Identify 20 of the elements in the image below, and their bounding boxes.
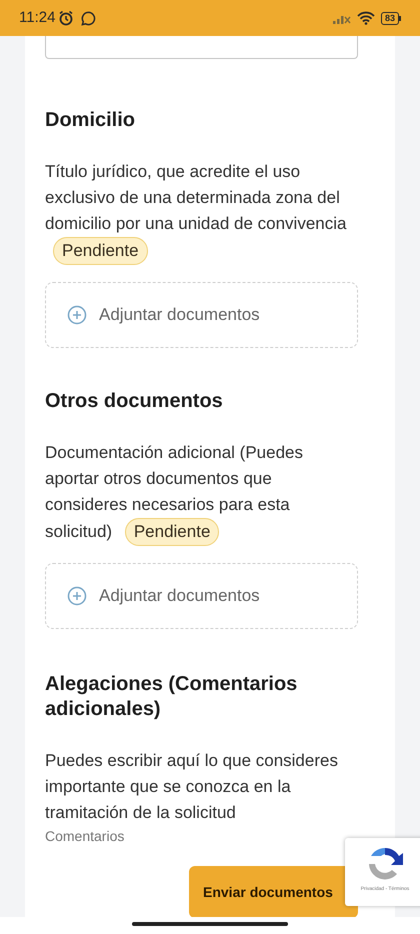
attach-documents-button[interactable]: Adjuntar documentos [45,563,358,629]
submit-button[interactable]: Enviar documentos [189,866,358,917]
status-time: 11:24 [19,8,56,28]
status-badge: Pendiente [124,518,220,546]
alarm-clock-icon [58,10,74,26]
add-circle-icon [67,305,87,325]
attach-documents-button[interactable]: Adjuntar documentos [45,282,358,348]
home-indicator[interactable] [132,922,288,926]
status-badge: Pendiente [53,237,148,265]
section-title: Domicilio [45,108,136,133]
field-label: Comentarios [45,827,126,846]
chat-icon [81,10,96,26]
add-circle-icon [67,586,87,606]
section-description: Título jurídico, que acredite el uso exclusivo de una determinada zona del domicilio por una unidad de convivencia Pendiente [45,159,358,265]
battery-icon: 83 [380,12,401,24]
section-description: Puedes escribir aquí lo que consideres importante que se conozca en la tramitación de la solicitud [45,750,339,824]
wifi-icon [356,11,375,25]
section-title: Otros documentos [45,389,224,414]
section-description: Documentación adicional (Puedes aportar otros documentos que consideres necesarios para esta solicitud) Pendiente [45,440,358,546]
section-title: Alegaciones (Comentarios adicionales) [45,672,298,722]
